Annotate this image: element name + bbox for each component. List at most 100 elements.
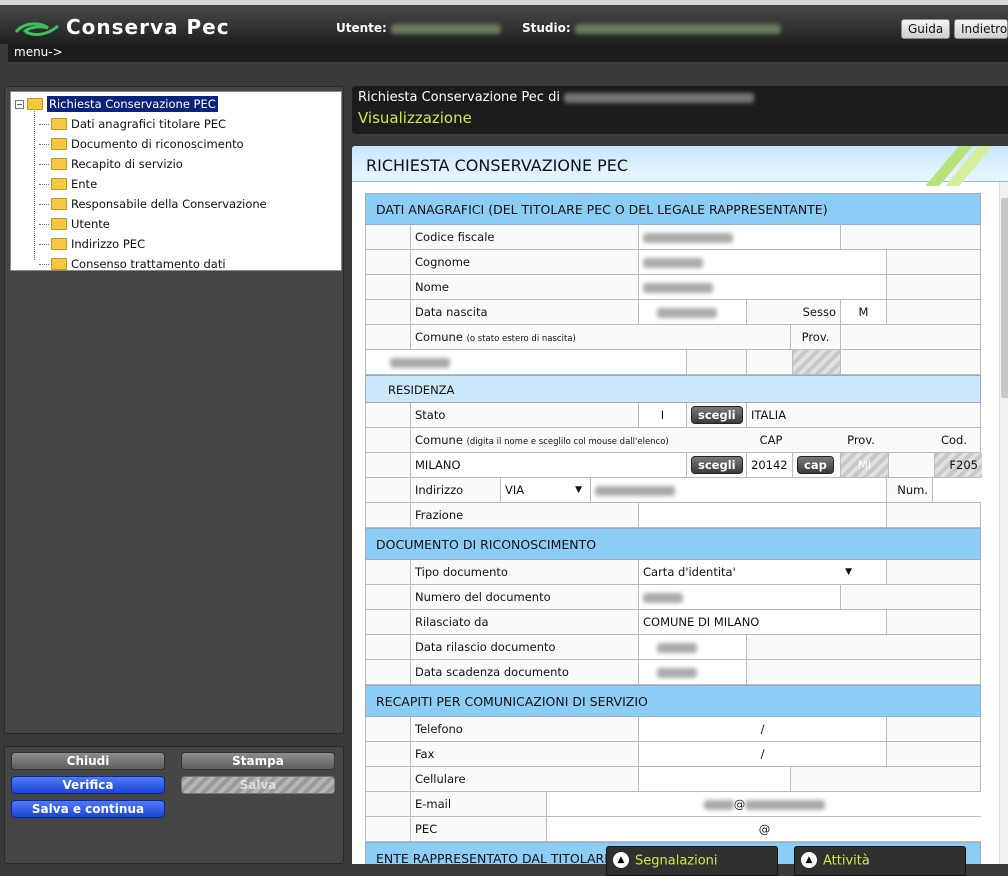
expand-up-icon: ▲ [613, 852, 629, 868]
redacted [643, 282, 713, 293]
rilasciato-input[interactable]: COMUNE DI MILANO [638, 610, 886, 634]
cap-button[interactable]: cap [797, 456, 834, 474]
cap-label: CAP [759, 433, 783, 447]
menu-toggle[interactable]: menu-> [8, 44, 1008, 62]
field-label: Rilasciato da [410, 610, 638, 634]
user-label: Utente: [336, 21, 387, 35]
field-label: Comune [415, 433, 463, 447]
prov-label: Prov. [790, 325, 840, 349]
collapse-icon[interactable]: − [15, 100, 24, 109]
back-button[interactable]: Indietro [954, 19, 1008, 39]
empty-cell [886, 717, 982, 741]
codice-fiscale-input[interactable] [638, 225, 840, 249]
num-input[interactable] [932, 478, 982, 502]
data-nascita-input[interactable] [638, 300, 746, 324]
tree-item-dati-anagrafici[interactable]: Dati anagrafici titolare PEC [15, 114, 341, 134]
telefono-input[interactable]: / [638, 717, 886, 741]
data-scadenza-input[interactable] [638, 660, 746, 684]
scrollbar[interactable] [999, 182, 1008, 864]
row-frazione: Frazione [365, 503, 981, 528]
scrollbar-thumb[interactable] [1001, 198, 1008, 398]
comune-nascita-input[interactable] [366, 350, 686, 374]
studio-label: Studio: [522, 21, 571, 35]
tree-item-label: Ente [71, 177, 98, 191]
numero-documento-input[interactable] [638, 585, 840, 609]
chevron-down-icon[interactable]: ▼ [845, 565, 852, 579]
activity-tab[interactable]: ▲ Attività [794, 846, 966, 876]
page-subtitle: Visualizzazione [358, 109, 472, 127]
save-button[interactable]: Salva [181, 776, 335, 794]
cellulare-input[interactable] [638, 767, 790, 791]
prov-nascita-field [792, 350, 840, 374]
data-rilascio-input[interactable] [638, 635, 746, 659]
row-comune-residenza: MILANO scegli 20142 cap MI F205 [365, 453, 982, 478]
cognome-input[interactable] [638, 250, 886, 274]
cap-input[interactable]: 20142 [746, 453, 792, 477]
signals-tab[interactable]: ▲ Segnalazioni [606, 846, 778, 876]
verify-button[interactable]: Verifica [11, 776, 165, 794]
row-rilasciato: Rilasciato da COMUNE DI MILANO [365, 610, 981, 635]
folder-icon [51, 217, 67, 230]
tree-item-recapito[interactable]: Recapito di servizio [15, 154, 341, 174]
page-title: Richiesta Conservazione Pec di [358, 90, 1006, 105]
tree-item-ente[interactable]: Ente [15, 174, 341, 194]
redacted [657, 642, 697, 653]
print-button[interactable]: Stampa [181, 752, 335, 770]
comune-residenza-input[interactable]: MILANO [410, 453, 686, 477]
chevron-down-icon[interactable]: ▼ [575, 483, 582, 497]
top-bar: Conserva Pec Utente: Studio: Guida Indie… [0, 0, 1008, 44]
stato-code-input[interactable]: I [638, 403, 686, 427]
row-stato: Stato Iscegli ITALIA [365, 403, 981, 428]
row-fax: Fax / [365, 742, 981, 767]
nome-input[interactable] [638, 275, 886, 299]
row-codice-fiscale: Codice fiscale [365, 225, 981, 250]
tree-root[interactable]: − Richiesta Conservazione PEC [15, 94, 341, 114]
empty-cell [746, 350, 792, 374]
row-telefono: Telefono / [365, 717, 981, 742]
row-indirizzo: Indirizzo VIA ▼ Num. [365, 478, 982, 503]
empty-cell [886, 275, 982, 299]
row-numero-documento: Numero del documento [365, 585, 981, 610]
empty-cell [790, 767, 982, 791]
tree-item-indirizzo-pec[interactable]: Indirizzo PEC [15, 234, 341, 254]
scegli-comune-button[interactable]: scegli [691, 456, 743, 474]
form-title-text: RICHIESTA CONSERVAZIONE PEC [366, 156, 629, 175]
row-cellulare: Cellulare [365, 767, 981, 792]
section-recapiti: RECAPITI PER COMUNICAZIONI DI SERVIZIO [365, 685, 981, 717]
sesso-select[interactable]: M [840, 300, 886, 324]
empty-cell [746, 635, 982, 659]
tipo-documento-select[interactable]: Carta d'identita' [643, 565, 736, 579]
field-label: Codice fiscale [410, 225, 638, 249]
signals-label: Segnalazioni [635, 853, 718, 869]
indirizzo-input[interactable] [590, 478, 886, 502]
folder-icon [51, 137, 67, 150]
pec-input[interactable]: @ [546, 817, 982, 841]
empty-cell [840, 325, 982, 349]
empty-cell [840, 350, 982, 374]
tree-item-utente[interactable]: Utente [15, 214, 341, 234]
empty-cell [686, 350, 746, 374]
indirizzo-type-select[interactable]: VIA [505, 483, 524, 497]
field-label: Numero del documento [410, 585, 638, 609]
redacted [657, 667, 697, 678]
tree-item-label: Dati anagrafici titolare PEC [71, 117, 227, 131]
fax-input[interactable]: / [638, 742, 886, 766]
tree-item-label: Responsabile della Conservazione [71, 197, 267, 211]
frazione-input[interactable] [638, 503, 886, 527]
help-button[interactable]: Guida [901, 19, 951, 39]
tree-item-documento[interactable]: Documento di riconoscimento [15, 134, 341, 154]
close-button[interactable]: Chiudi [11, 752, 165, 770]
redacted [595, 485, 675, 496]
scegli-stato-button[interactable]: scegli [691, 406, 743, 424]
tree-item-responsabile[interactable]: Responsabile della Conservazione [15, 194, 341, 214]
tree-item-consenso[interactable]: Consenso trattamento dati [15, 254, 341, 274]
save-continue-button[interactable]: Salva e continua [11, 800, 165, 818]
row-cognome: Cognome [365, 250, 981, 275]
content-header: Richiesta Conservazione Pec di Visualizz… [352, 86, 1008, 134]
row-pec: PEC @ [365, 817, 982, 842]
email-input[interactable]: @ [734, 797, 746, 811]
row-tipo-documento: Tipo documento Carta d'identita' ▼ [365, 560, 981, 585]
tree-item-label: Documento di riconoscimento [71, 137, 244, 151]
expand-up-icon: ▲ [801, 852, 817, 868]
row-comune-nascita-label: Comune (o stato estero di nascita) Prov. [365, 325, 981, 350]
